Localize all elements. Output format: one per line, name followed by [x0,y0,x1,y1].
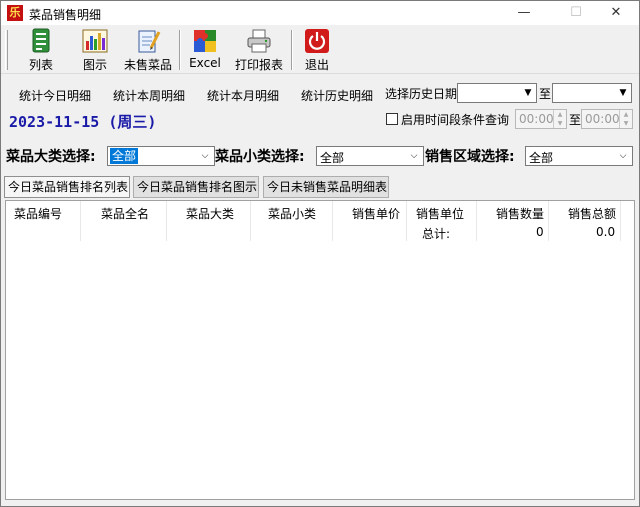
history-start-date[interactable]: ▼ [457,83,537,103]
tab-ranking-chart[interactable]: 今日菜品销售排名图示 [133,176,259,198]
time-to-label: 至 [569,113,582,127]
toolbar-grip [5,30,8,70]
region-label: 销售区域选择: [425,149,515,165]
history-end-date[interactable]: ▼ [552,83,632,103]
subcategory-label: 菜品小类选择: [215,149,305,165]
bar-chart-icon [81,28,109,54]
excel-button[interactable]: Excel [185,28,225,72]
list-button[interactable]: 列表 [21,28,61,72]
chevron-down-icon: ▼ [524,88,532,98]
close-button[interactable]: ✕ [593,1,639,25]
to-label: 至 [539,87,552,101]
chart-button-label: 图示 [82,58,107,72]
column-header[interactable]: 菜品全名 [101,205,149,222]
app-icon: 乐 [7,5,23,21]
subcategory-select[interactable]: 全部 ⌵ [316,146,424,166]
exit-button-label: 退出 [304,58,329,72]
list-button-label: 列表 [28,58,53,72]
column-header[interactable]: 销售总额 [568,205,616,222]
category-label: 菜品大类选择: [6,149,96,165]
stat-month-link[interactable]: 统计本月明细 [207,87,279,104]
time-to-input[interactable]: 00:00 ▲ ▼ [581,109,633,129]
chart-button[interactable]: 图示 [75,28,115,72]
stat-today-link[interactable]: 统计今日明细 [19,87,91,104]
sales-table[interactable]: 菜品编号 菜品全名 菜品大类 菜品小类 销售单价 销售单位 销售数量 销售总额 … [5,200,635,500]
minimize-button[interactable]: — [501,1,547,25]
time-range-checkbox[interactable] [386,113,398,125]
time-range-label: 启用时间段条件查询 [401,113,510,127]
spinner-icon[interactable]: ▲ ▼ [619,110,632,128]
region-select[interactable]: 全部 ⌵ [525,146,633,166]
main-window: 乐 菜品销售明细 — ☐ ✕ 列表 图示 未售菜品 Excel 打印报表 退出 … [0,0,640,507]
chevron-down-icon: ⌵ [410,151,418,161]
region-value: 全部 [529,151,554,165]
chevron-down-icon: ▼ [619,88,627,98]
tab-ranking-list[interactable]: 今日菜品销售排名列表 [4,176,130,198]
column-header[interactable]: 销售数量 [496,205,544,222]
list-icon [27,28,55,54]
title-bar: 乐 菜品销售明细 — ☐ ✕ [1,1,639,25]
column-header[interactable]: 菜品编号 [14,205,62,222]
print-button[interactable]: 打印报表 [233,28,285,72]
stat-week-link[interactable]: 统计本周明细 [113,87,185,104]
toolbar-separator [179,30,181,70]
chevron-down-icon: ⌵ [619,151,627,161]
history-date-label: 选择历史日期 [385,87,458,101]
excel-button-label: Excel [189,56,221,70]
printer-icon [245,28,273,54]
exit-button[interactable]: 退出 [297,28,337,72]
chevron-down-icon: ⌵ [201,151,209,161]
column-header[interactable]: 菜品小类 [268,205,316,222]
time-from-value: 00:00 [519,112,554,126]
toolbar: 列表 图示 未售菜品 Excel 打印报表 退出 [1,26,639,74]
tab-unsold-list[interactable]: 今日未销售菜品明细表 [263,176,389,198]
subcategory-value: 全部 [320,151,345,165]
window-title: 菜品销售明细 [29,8,102,22]
notepad-icon [134,28,162,54]
current-date: 2023-11-15 (周三) [9,113,157,131]
stat-history-link[interactable]: 统计历史明细 [301,87,373,104]
total-label: 总计: [422,227,451,241]
print-button-label: 打印报表 [234,58,283,72]
spinner-icon[interactable]: ▲ ▼ [553,110,566,128]
time-to-value: 00:00 [585,112,620,126]
total-quantity: 0 [536,225,544,239]
toolbar-separator [291,30,293,70]
unsold-button[interactable]: 未售菜品 [122,28,174,72]
power-icon [303,28,331,54]
total-amount: 0.0 [596,225,616,239]
category-value: 全部 [110,148,139,164]
unsold-button-label: 未售菜品 [123,58,172,72]
column-header[interactable]: 销售单价 [352,205,400,222]
time-from-input[interactable]: 00:00 ▲ ▼ [515,109,567,129]
column-header[interactable]: 菜品大类 [186,205,234,222]
puzzle-icon [191,28,219,54]
column-header[interactable]: 销售单位 [416,205,464,222]
category-select[interactable]: 全部 ⌵ [107,146,215,166]
